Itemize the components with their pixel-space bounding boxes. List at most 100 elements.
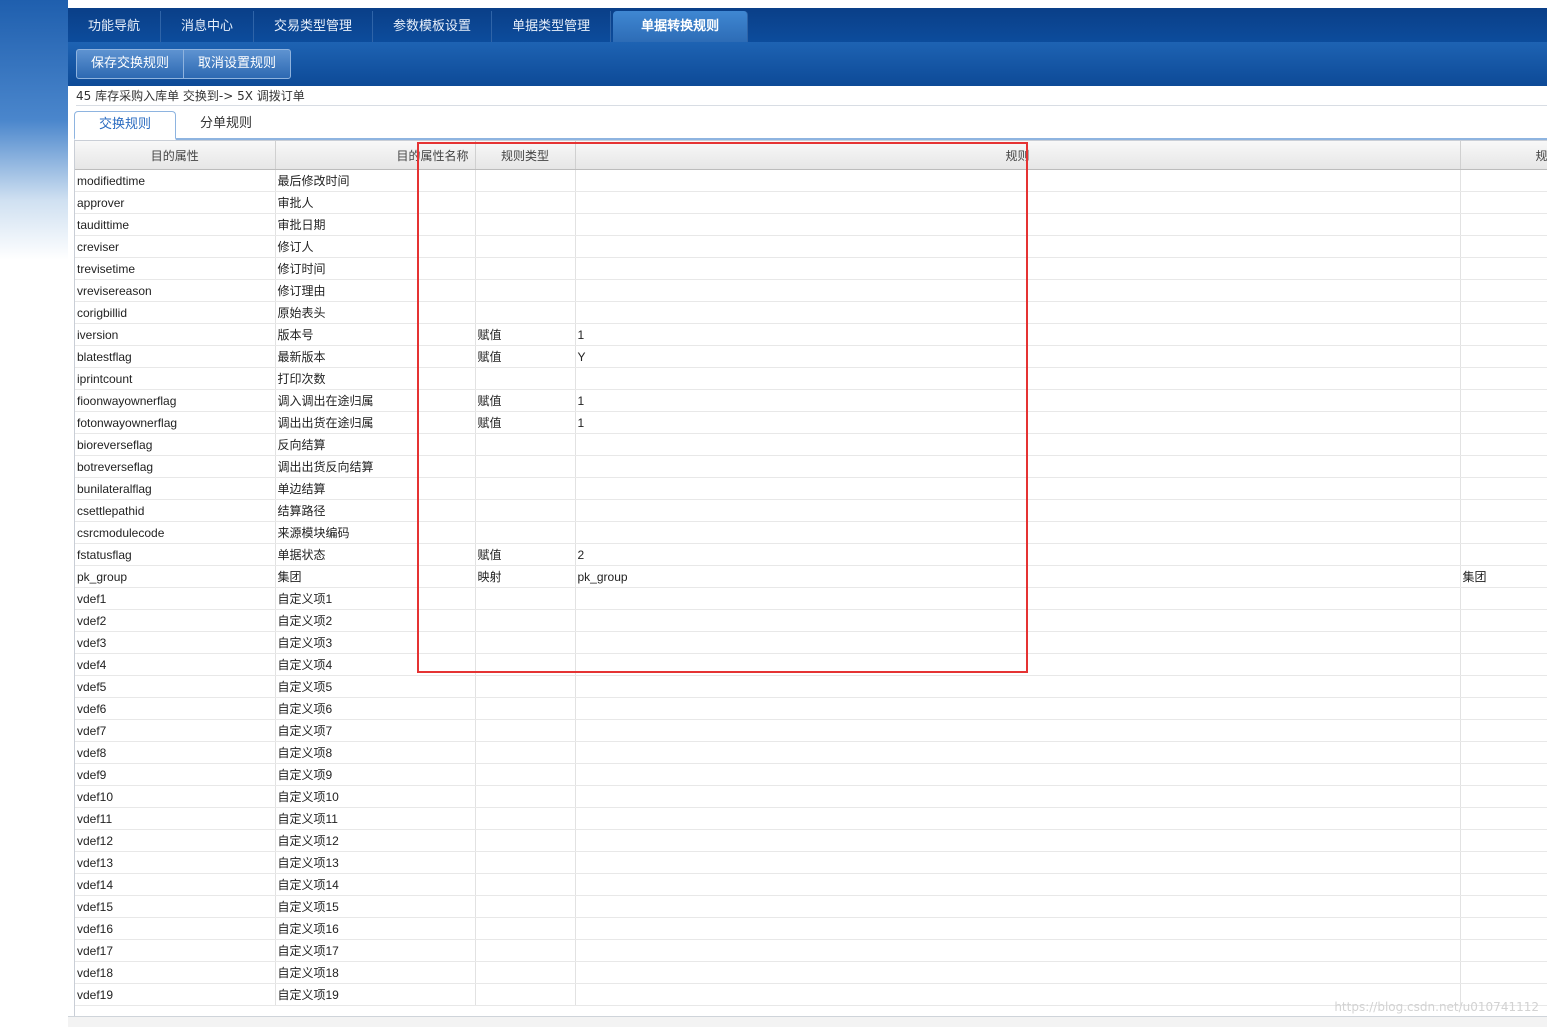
cell-target-attr[interactable]: vdef14: [75, 873, 276, 896]
cell-rule[interactable]: [575, 587, 1461, 610]
cell-extra[interactable]: [1460, 477, 1547, 500]
table-row[interactable]: vdef3 自定义项3: [75, 631, 1547, 654]
save-exchange-rule-button[interactable]: 保存交换规则: [77, 50, 185, 78]
table-row[interactable]: vrevisereason 修订理由: [75, 279, 1547, 302]
cell-rule-type[interactable]: [475, 279, 576, 302]
cell-rule-type[interactable]: [475, 851, 576, 874]
cell-target-attr-name[interactable]: 自定义项7: [275, 719, 476, 742]
cell-target-attr[interactable]: vdef16: [75, 917, 276, 940]
cell-extra[interactable]: [1460, 763, 1547, 786]
table-row[interactable]: iprintcount 打印次数: [75, 367, 1547, 390]
nav-tab-function-nav[interactable]: 功能导航: [68, 11, 162, 42]
cell-target-attr[interactable]: vdef13: [75, 851, 276, 874]
cell-target-attr-name[interactable]: 自定义项4: [275, 653, 476, 676]
cell-extra[interactable]: [1460, 279, 1547, 302]
cell-rule[interactable]: [575, 873, 1461, 896]
cell-extra[interactable]: [1460, 807, 1547, 830]
cell-target-attr-name[interactable]: 结算路径: [275, 499, 476, 522]
cell-target-attr[interactable]: botreverseflag: [75, 455, 276, 478]
cell-target-attr[interactable]: vdef11: [75, 807, 276, 830]
cell-extra[interactable]: [1460, 653, 1547, 676]
cell-rule-type[interactable]: [475, 917, 576, 940]
cell-extra[interactable]: [1460, 609, 1547, 632]
cell-rule[interactable]: 1: [575, 411, 1461, 434]
cell-target-attr[interactable]: creviser: [75, 235, 276, 258]
cell-target-attr[interactable]: iprintcount: [75, 367, 276, 390]
cell-target-attr[interactable]: vdef5: [75, 675, 276, 698]
cell-target-attr[interactable]: vdef10: [75, 785, 276, 808]
cell-rule-type[interactable]: [475, 807, 576, 830]
cell-rule[interactable]: [575, 939, 1461, 962]
table-row[interactable]: blatestflag 最新版本 赋值 Y: [75, 345, 1547, 368]
cell-rule[interactable]: [575, 235, 1461, 258]
cell-rule[interactable]: [575, 477, 1461, 500]
cell-rule[interactable]: 1: [575, 389, 1461, 412]
cell-rule[interactable]: [575, 895, 1461, 918]
cell-target-attr[interactable]: csettlepathid: [75, 499, 276, 522]
cell-rule-type[interactable]: [475, 873, 576, 896]
cell-extra[interactable]: [1460, 301, 1547, 324]
cell-rule-type[interactable]: [475, 697, 576, 720]
cell-rule[interactable]: [575, 763, 1461, 786]
cell-target-attr[interactable]: vdef18: [75, 961, 276, 984]
cell-rule[interactable]: pk_group: [575, 565, 1461, 588]
cell-rule-type[interactable]: [475, 609, 576, 632]
cell-extra[interactable]: [1460, 345, 1547, 368]
cell-target-attr[interactable]: taudittime: [75, 213, 276, 236]
cell-rule[interactable]: [575, 367, 1461, 390]
cell-target-attr-name[interactable]: 修订时间: [275, 257, 476, 280]
table-row[interactable]: approver 审批人: [75, 191, 1547, 214]
cell-rule-type[interactable]: [475, 499, 576, 522]
cell-rule-type[interactable]: [475, 367, 576, 390]
cell-rule[interactable]: [575, 301, 1461, 324]
cell-target-attr[interactable]: fotonwayownerflag: [75, 411, 276, 434]
cell-extra[interactable]: [1460, 939, 1547, 962]
cell-target-attr-name[interactable]: 自定义项2: [275, 609, 476, 632]
col-header-target-attr-name[interactable]: 目的属性名称: [275, 141, 476, 170]
table-row[interactable]: vdef17 自定义项17: [75, 939, 1547, 962]
nav-tab-param-template[interactable]: 参数模板设置: [373, 11, 493, 42]
cell-target-attr[interactable]: vdef9: [75, 763, 276, 786]
table-row[interactable]: vdef7 自定义项7: [75, 719, 1547, 742]
cell-rule[interactable]: [575, 631, 1461, 654]
cell-rule-type[interactable]: [475, 983, 576, 1006]
cell-target-attr[interactable]: corigbillid: [75, 301, 276, 324]
nav-tab-transaction-type[interactable]: 交易类型管理: [254, 11, 374, 42]
cell-rule[interactable]: [575, 609, 1461, 632]
cell-extra[interactable]: [1460, 917, 1547, 940]
cell-rule[interactable]: [575, 169, 1461, 192]
table-row[interactable]: vdef13 自定义项13: [75, 851, 1547, 874]
cell-target-attr-name[interactable]: 审批人: [275, 191, 476, 214]
table-row[interactable]: creviser 修订人: [75, 235, 1547, 258]
table-row[interactable]: pk_group 集团 映射 pk_group 集团: [75, 565, 1547, 588]
cell-target-attr-name[interactable]: 来源模块编码: [275, 521, 476, 544]
cell-rule-type[interactable]: [475, 257, 576, 280]
cell-target-attr-name[interactable]: 版本号: [275, 323, 476, 346]
cell-rule[interactable]: [575, 213, 1461, 236]
col-header-rule[interactable]: 规则: [575, 141, 1461, 170]
cell-target-attr-name[interactable]: 自定义项15: [275, 895, 476, 918]
cell-extra[interactable]: [1460, 191, 1547, 214]
table-row[interactable]: vdef4 自定义项4: [75, 653, 1547, 676]
cell-target-attr-name[interactable]: 调出出货反向结算: [275, 455, 476, 478]
cell-rule-type[interactable]: [475, 631, 576, 654]
cell-extra[interactable]: [1460, 873, 1547, 896]
cell-target-attr[interactable]: modifiedtime: [75, 169, 276, 192]
cell-rule[interactable]: [575, 829, 1461, 852]
cell-rule-type[interactable]: 赋值: [475, 323, 576, 346]
cell-target-attr-name[interactable]: 自定义项18: [275, 961, 476, 984]
table-row[interactable]: vdef11 自定义项11: [75, 807, 1547, 830]
cell-extra[interactable]: [1460, 389, 1547, 412]
cell-extra[interactable]: [1460, 829, 1547, 852]
cell-target-attr-name[interactable]: 原始表头: [275, 301, 476, 324]
cell-target-attr[interactable]: vdef19: [75, 983, 276, 1006]
table-row[interactable]: csettlepathid 结算路径: [75, 499, 1547, 522]
cell-target-attr[interactable]: trevisetime: [75, 257, 276, 280]
cell-rule-type[interactable]: [475, 433, 576, 456]
table-row[interactable]: fstatusflag 单据状态 赋值 2: [75, 543, 1547, 566]
cell-target-attr[interactable]: vdef8: [75, 741, 276, 764]
cell-target-attr[interactable]: vdef12: [75, 829, 276, 852]
cell-target-attr-name[interactable]: 自定义项1: [275, 587, 476, 610]
cell-rule-type[interactable]: [475, 301, 576, 324]
table-row[interactable]: csrcmodulecode 来源模块编码: [75, 521, 1547, 544]
